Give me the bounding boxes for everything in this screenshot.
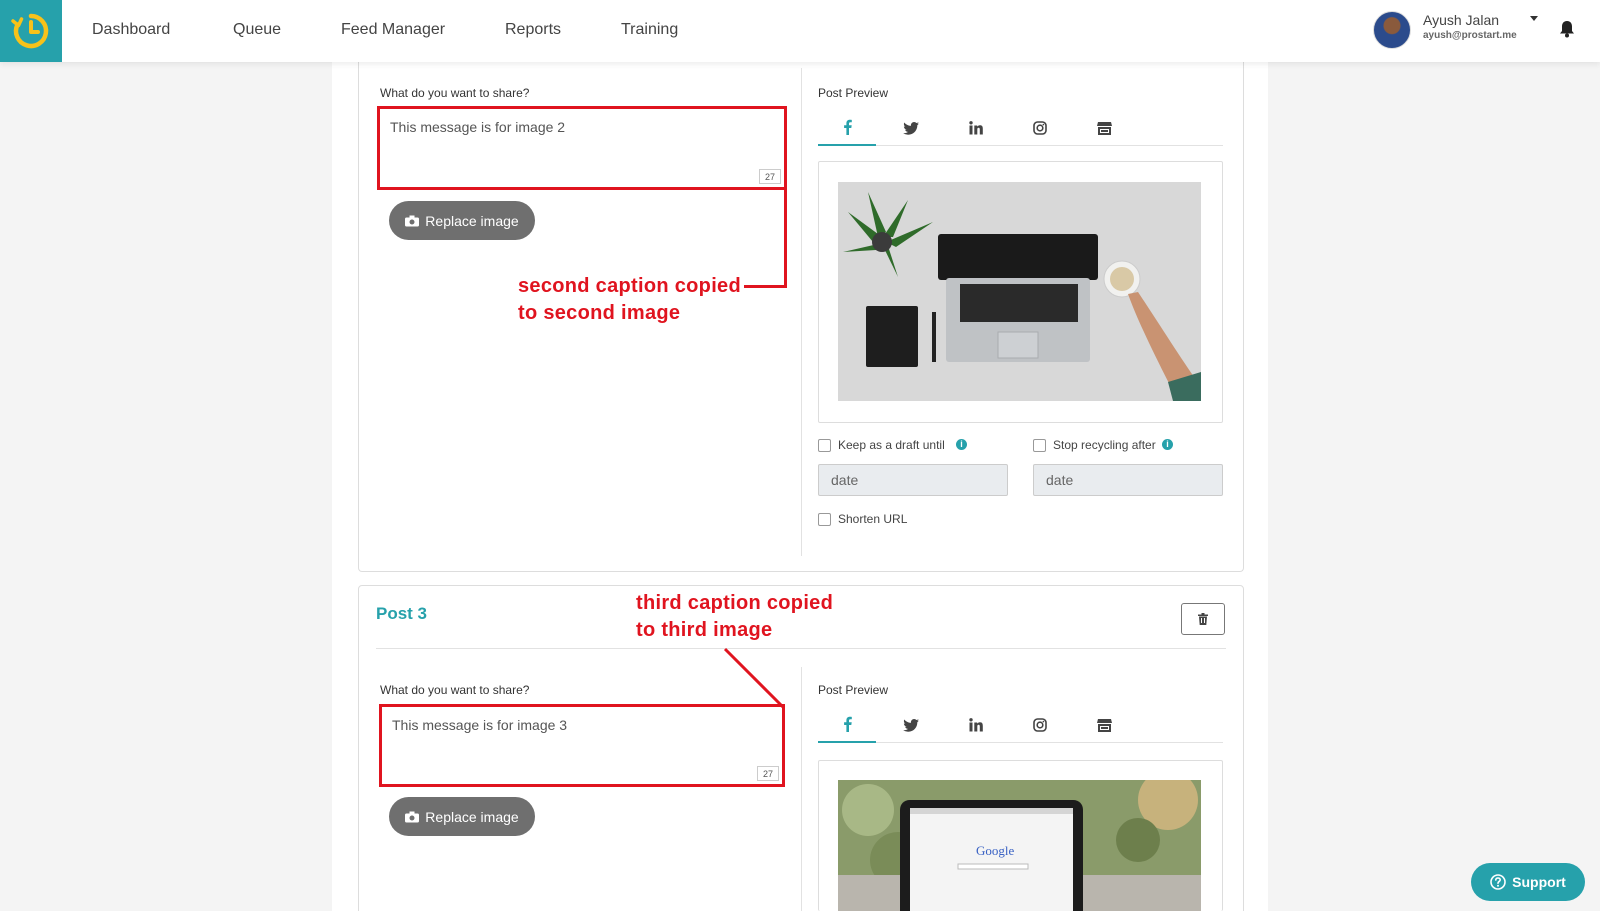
facebook-icon [843, 119, 852, 135]
network-tabs [818, 707, 1223, 743]
shorten-url-checkbox[interactable] [818, 513, 831, 526]
annotation-text: to second image [518, 302, 681, 324]
nav-queue[interactable]: Queue [233, 21, 281, 39]
linkedin-icon [969, 121, 983, 135]
tab-linkedin[interactable] [947, 707, 1005, 743]
column-divider [801, 68, 802, 556]
keep-draft-checkbox[interactable] [818, 439, 831, 452]
google-my-business-icon [1096, 718, 1112, 732]
app-logo[interactable] [0, 0, 62, 62]
chevron-down-icon[interactable] [1530, 16, 1538, 21]
clock-logo-icon [11, 13, 49, 49]
twitter-icon [903, 121, 919, 135]
message-textarea[interactable]: This message is for image 3 27 [379, 704, 785, 787]
camera-icon [405, 215, 420, 226]
tab-twitter[interactable] [882, 707, 940, 743]
stop-recycling-label: Stop recycling after [1053, 438, 1156, 452]
post-preview-label: Post Preview [818, 86, 889, 100]
nav-feed-manager[interactable]: Feed Manager [341, 21, 445, 39]
tab-google-my-business[interactable] [1075, 110, 1133, 146]
avatar[interactable] [1373, 11, 1411, 49]
annotation-third-caption: third caption copied to third image [636, 590, 833, 644]
shorten-url-label: Shorten URL [838, 512, 908, 526]
info-icon[interactable]: i [956, 439, 967, 450]
svg-text:Google: Google [976, 843, 1015, 858]
replace-image-label: Replace image [425, 808, 519, 825]
support-button[interactable]: Support [1471, 863, 1585, 901]
annotation-line [784, 188, 787, 288]
camera-icon [405, 811, 420, 822]
char-counter: 27 [757, 766, 779, 781]
keep-draft-label: Keep as a draft until [838, 438, 945, 452]
replace-image-button[interactable]: Replace image [389, 797, 535, 836]
network-tabs [818, 110, 1223, 146]
linkedin-icon [969, 718, 983, 732]
twitter-icon [903, 718, 919, 732]
stop-recycling-checkbox[interactable] [1033, 439, 1046, 452]
replace-image-label: Replace image [425, 212, 519, 229]
message-text[interactable]: This message is for image 2 [390, 119, 565, 135]
post-preview-box: Google [818, 760, 1223, 911]
column-divider [801, 667, 802, 911]
trash-icon [1198, 613, 1208, 625]
recycle-date-input[interactable]: date [1033, 464, 1223, 496]
nav-training[interactable]: Training [621, 21, 678, 39]
message-text[interactable]: This message is for image 3 [392, 717, 567, 733]
instagram-icon [1033, 121, 1047, 135]
post-title: Post 3 [376, 604, 428, 623]
tab-facebook[interactable] [818, 707, 876, 743]
tab-facebook[interactable] [818, 110, 876, 146]
tab-instagram[interactable] [1011, 110, 1069, 146]
user-email: ayush@prostart.me [1423, 30, 1517, 41]
nav-dashboard[interactable]: Dashboard [92, 21, 170, 39]
user-name[interactable]: Ayush Jalan [1423, 12, 1499, 28]
google-my-business-icon [1096, 121, 1112, 135]
annotation-text: third caption copied [636, 592, 834, 614]
tab-google-my-business[interactable] [1075, 707, 1133, 743]
share-label: What do you want to share? [380, 86, 530, 100]
delete-post-button[interactable] [1181, 603, 1225, 635]
tab-linkedin[interactable] [947, 110, 1005, 146]
nav-reports[interactable]: Reports [505, 21, 561, 39]
char-counter: 27 [759, 169, 781, 184]
tab-twitter[interactable] [882, 110, 940, 146]
post-header-divider [376, 648, 1226, 649]
share-label: What do you want to share? [380, 683, 530, 697]
annotation-line [744, 285, 787, 288]
message-textarea[interactable]: This message is for image 2 27 [377, 106, 787, 190]
support-label: Support [1512, 874, 1566, 890]
info-icon[interactable]: i [1162, 439, 1173, 450]
draft-date-input[interactable]: date [818, 464, 1008, 496]
instagram-icon [1033, 718, 1047, 732]
bell-icon[interactable] [1559, 20, 1575, 38]
annotation-second-caption: second caption copied to second image [518, 273, 741, 327]
post-preview-box [818, 161, 1223, 423]
facebook-icon [843, 716, 852, 732]
annotation-text: second caption copied [518, 275, 741, 297]
post-preview-label: Post Preview [818, 683, 889, 697]
tab-instagram[interactable] [1011, 707, 1069, 743]
help-icon [1490, 874, 1506, 890]
top-navbar: Dashboard Queue Feed Manager Reports Tra… [0, 0, 1600, 62]
preview-image-laptop [838, 182, 1201, 401]
replace-image-button[interactable]: Replace image [389, 201, 535, 240]
preview-image-google-laptop: Google [838, 780, 1201, 911]
annotation-arrow [723, 647, 786, 710]
annotation-text: to third image [636, 619, 773, 641]
